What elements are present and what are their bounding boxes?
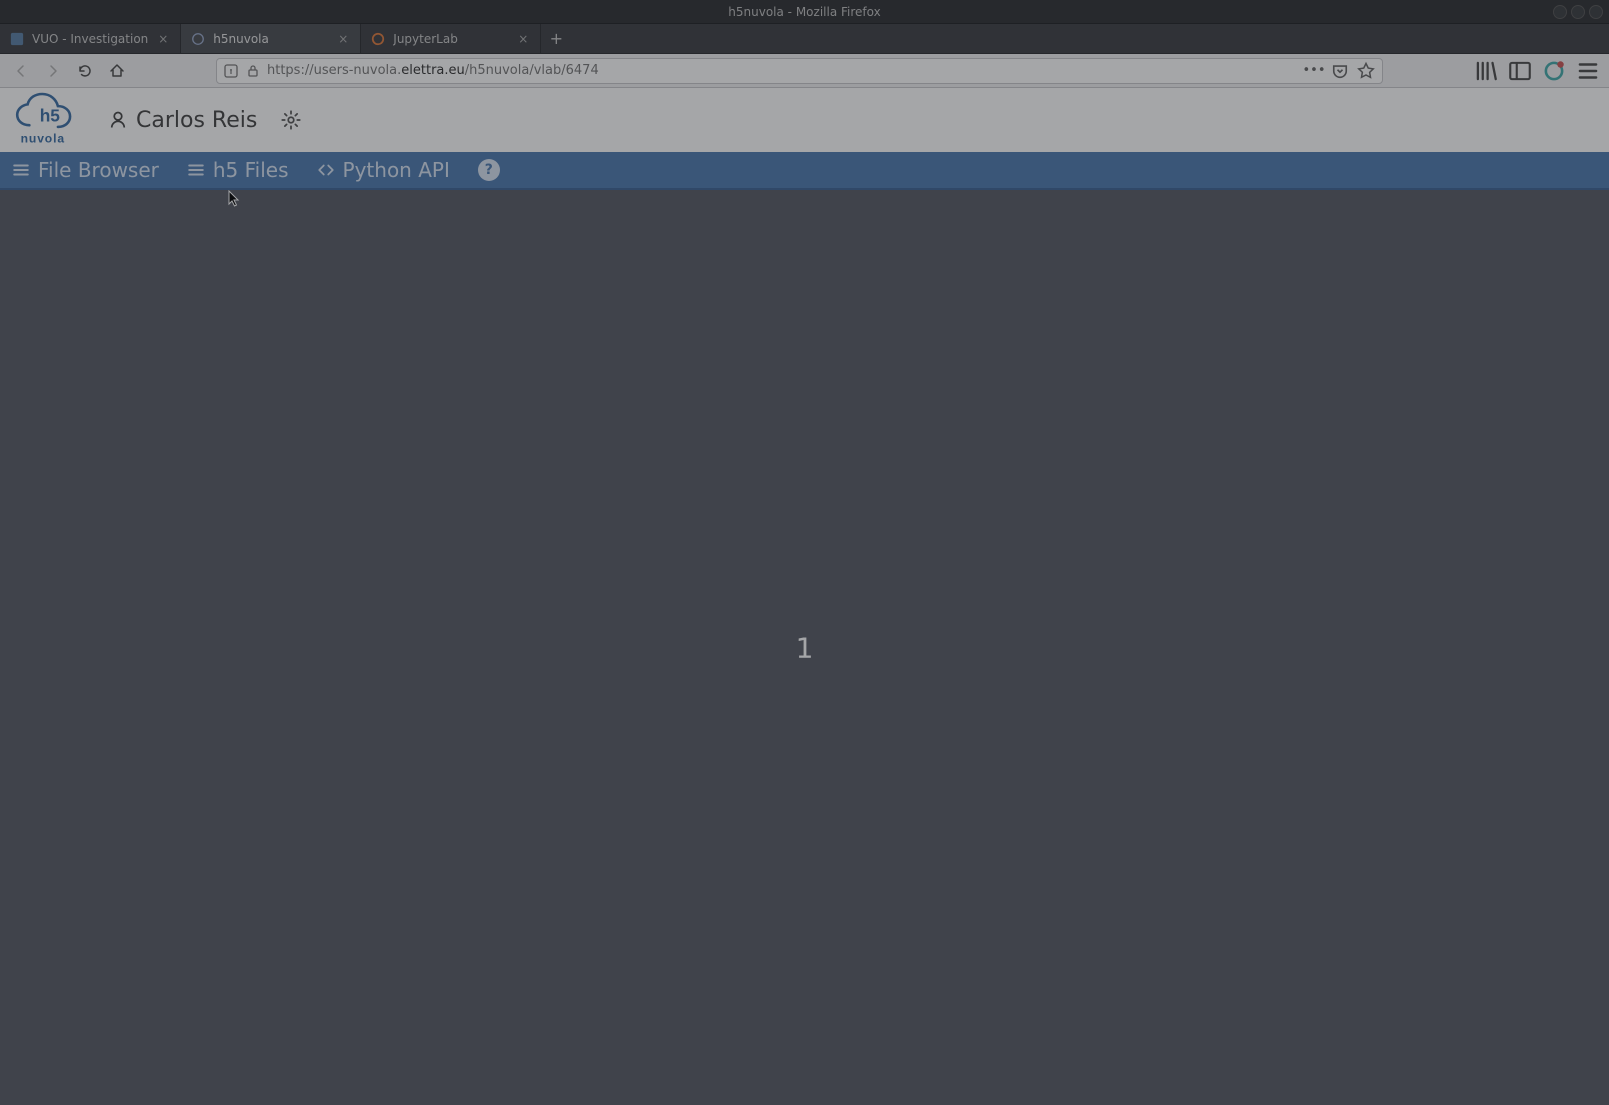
ellipsis-icon: •••: [1303, 63, 1326, 78]
new-tab-button[interactable]: +: [541, 24, 571, 53]
extension-button[interactable]: [1541, 58, 1567, 84]
nav-label: h5 Files: [213, 158, 289, 182]
app-nav: File Browser h5 Files Python API ?: [0, 152, 1609, 190]
browser-tab-h5nuvola[interactable]: h5nuvola ×: [181, 24, 361, 53]
url-bar[interactable]: https://users-nuvola.elettra.eu/h5nuvola…: [216, 58, 1383, 84]
user-name: Carlos Reis: [136, 108, 257, 133]
arrow-left-icon: [13, 63, 29, 79]
logo-bottom-text: nuvola: [21, 132, 65, 146]
browser-tab-vuo[interactable]: VUO - Investigation ×: [0, 24, 181, 53]
reader-mode-button[interactable]: [1330, 61, 1350, 81]
browser-toolbar: https://users-nuvola.elettra.eu/h5nuvola…: [0, 54, 1609, 88]
logo-top-text: h5: [40, 106, 61, 126]
tab-close-button[interactable]: ×: [516, 32, 530, 46]
tab-favicon-icon: [371, 32, 385, 46]
tab-favicon-icon: [191, 32, 205, 46]
nav-python-api[interactable]: Python API: [317, 158, 450, 182]
nav-label: Python API: [343, 158, 450, 182]
tab-label: JupyterLab: [393, 32, 508, 46]
library-button[interactable]: [1473, 58, 1499, 84]
nav-h5-files[interactable]: h5 Files: [187, 158, 289, 182]
user-icon: [108, 110, 128, 130]
tab-label: VUO - Investigation: [32, 32, 148, 46]
browser-tab-strip: VUO - Investigation × h5nuvola × Jupyter…: [0, 24, 1609, 54]
lock-icon[interactable]: [245, 63, 261, 79]
app-body: 1: [0, 190, 1609, 1105]
site-identity-icon[interactable]: [223, 63, 239, 79]
nav-label: File Browser: [38, 158, 159, 182]
center-indicator: 1: [796, 631, 814, 664]
pocket-icon: [1330, 61, 1350, 81]
code-icon: [317, 161, 335, 179]
home-icon: [109, 63, 125, 79]
tab-favicon-icon: [10, 32, 24, 46]
os-titlebar: h5nuvola - Mozilla Firefox: [0, 0, 1609, 24]
star-icon: [1356, 61, 1376, 81]
tab-label: h5nuvola: [213, 32, 328, 46]
nav-forward-button[interactable]: [40, 58, 66, 84]
app-root: h5 nuvola Carlos Reis File Browser h5 Fi…: [0, 88, 1609, 1105]
library-icon: [1473, 58, 1499, 84]
hamburger-icon: [187, 161, 205, 179]
tab-close-button[interactable]: ×: [336, 32, 350, 46]
window-close-button[interactable]: [1589, 5, 1603, 19]
app-menu-button[interactable]: [1575, 58, 1601, 84]
sidebar-button[interactable]: [1507, 58, 1533, 84]
nav-help-button[interactable]: ?: [478, 159, 500, 181]
h5nuvola-logo-icon: h5 nuvola: [12, 92, 90, 148]
tab-close-button[interactable]: ×: [156, 32, 170, 46]
window-title: h5nuvola - Mozilla Firefox: [728, 5, 880, 19]
hamburger-icon: [12, 161, 30, 179]
question-mark-icon: ?: [485, 162, 493, 178]
nav-back-button[interactable]: [8, 58, 34, 84]
window-controls: [1553, 0, 1603, 23]
browser-tab-jupyterlab[interactable]: JupyterLab ×: [361, 24, 541, 53]
hamburger-icon: [1575, 58, 1601, 84]
user-menu[interactable]: Carlos Reis: [108, 108, 257, 133]
url-text: https://users-nuvola.elettra.eu/h5nuvola…: [267, 63, 1298, 78]
reload-icon: [77, 63, 93, 79]
window-minimize-button[interactable]: [1553, 5, 1567, 19]
toolbar-right: [1473, 58, 1601, 84]
window-maximize-button[interactable]: [1571, 5, 1585, 19]
url-path: /h5nuvola/vlab/6474: [465, 63, 599, 78]
app-header: h5 nuvola Carlos Reis: [0, 88, 1609, 152]
url-host: elettra.eu: [401, 63, 464, 78]
bookmark-button[interactable]: [1356, 61, 1376, 81]
nav-file-browser[interactable]: File Browser: [12, 158, 159, 182]
app-logo[interactable]: h5 nuvola: [12, 92, 90, 148]
nav-home-button[interactable]: [104, 58, 130, 84]
page-actions-button[interactable]: •••: [1304, 61, 1324, 81]
addon-icon: [1541, 58, 1567, 84]
url-prefix: https://users-nuvola.: [267, 63, 401, 78]
sidebar-icon: [1507, 58, 1533, 84]
url-bar-actions: •••: [1304, 61, 1376, 81]
settings-button[interactable]: [275, 104, 307, 136]
gear-icon: [281, 110, 301, 130]
nav-reload-button[interactable]: [72, 58, 98, 84]
arrow-right-icon: [45, 63, 61, 79]
